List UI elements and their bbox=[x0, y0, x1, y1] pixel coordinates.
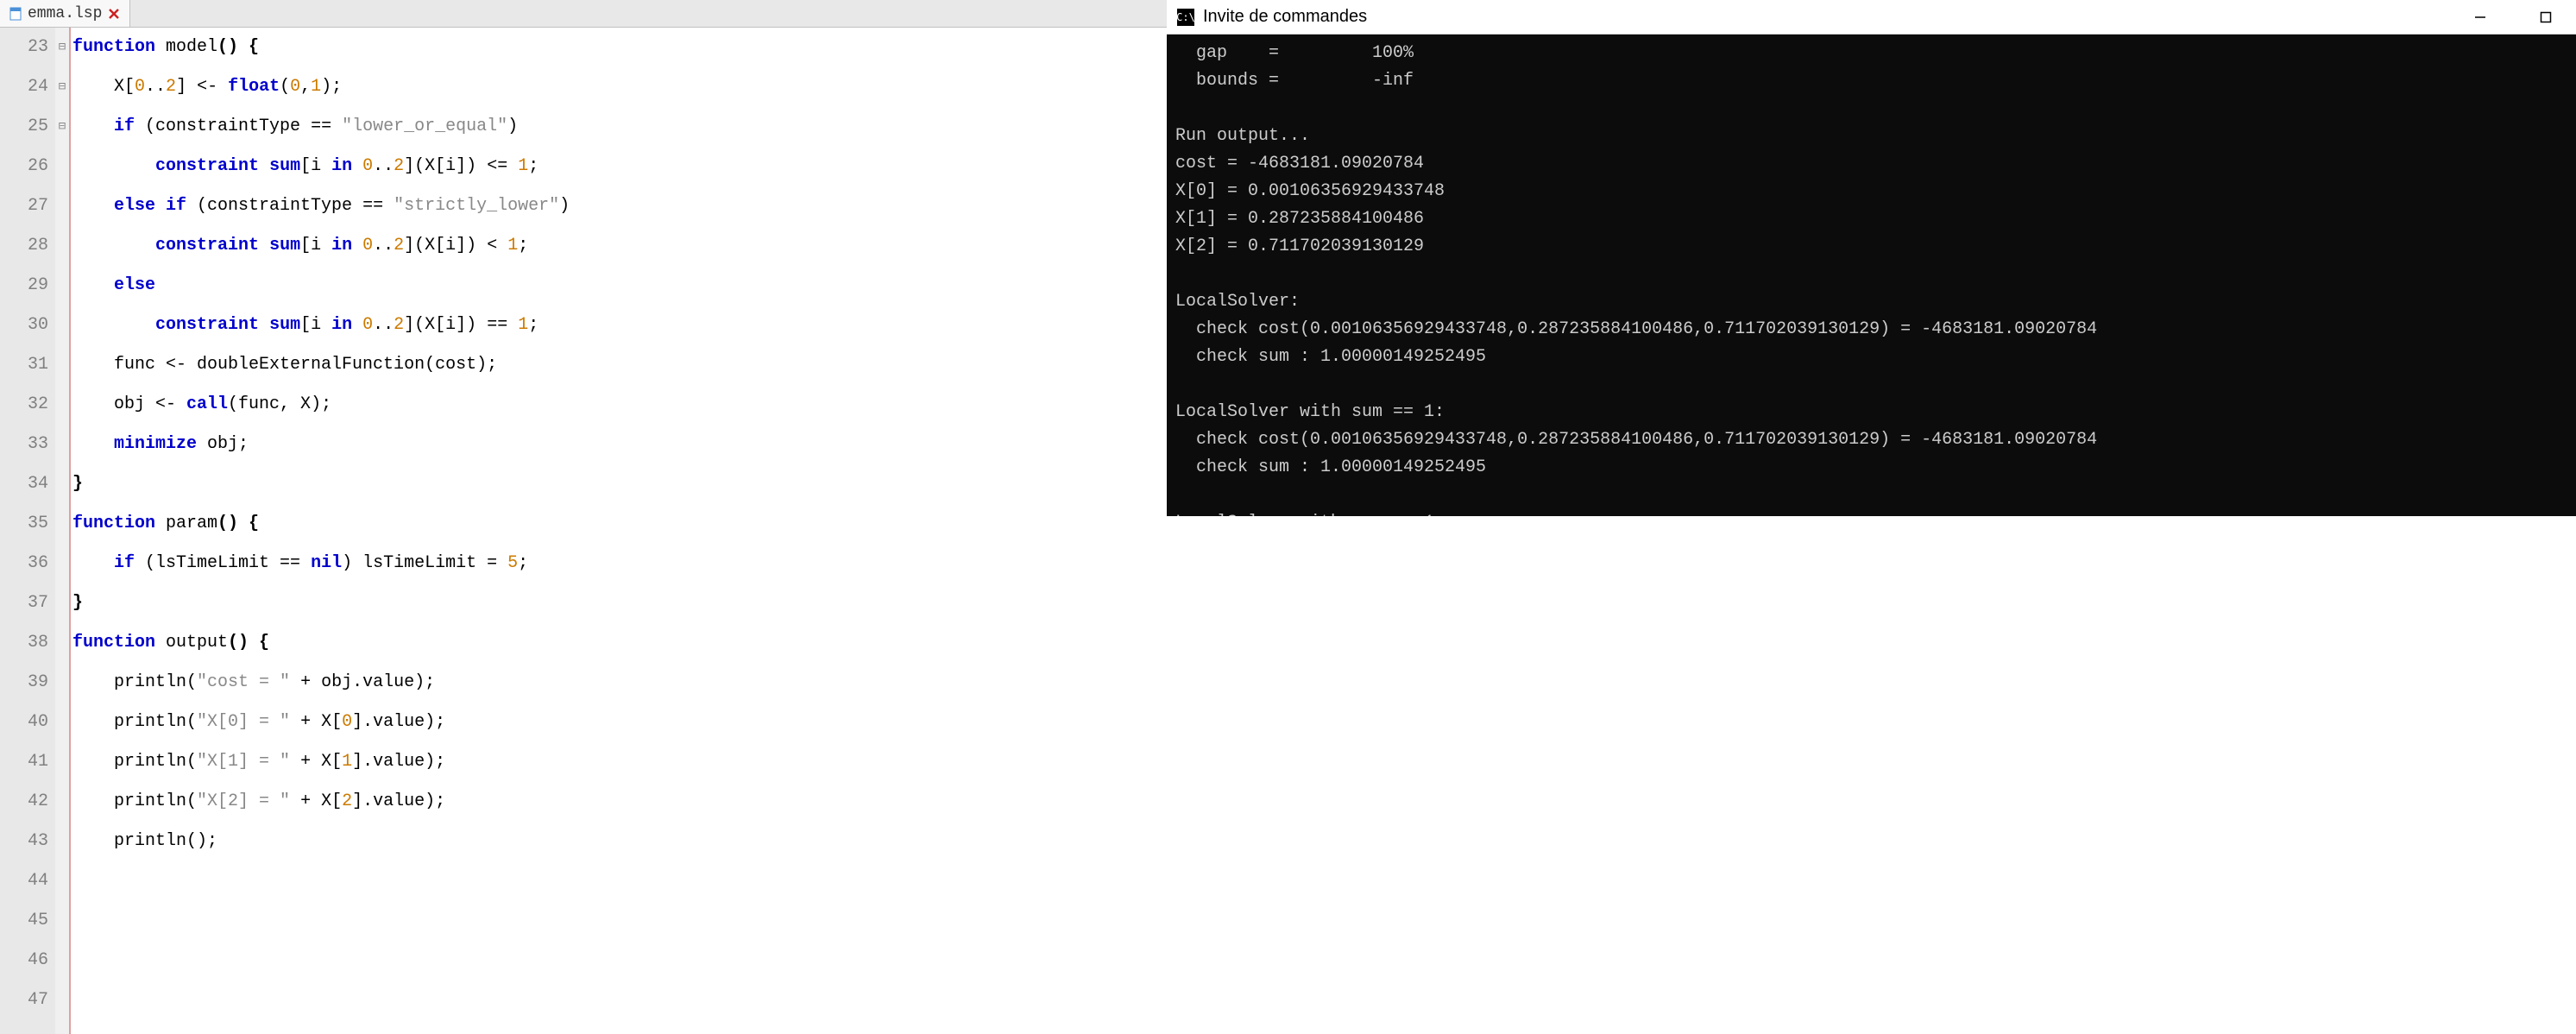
fold-marker[interactable]: ⊟ bbox=[55, 67, 69, 107]
file-tab-label: emma.lsp bbox=[28, 5, 102, 22]
line-number: 33 bbox=[0, 425, 48, 464]
line-number: 23 bbox=[0, 28, 48, 67]
blank-area bbox=[1167, 516, 2576, 1034]
line-number: 44 bbox=[0, 861, 48, 901]
code-line[interactable]: function param() { bbox=[72, 504, 1167, 544]
line-number: 35 bbox=[0, 504, 48, 544]
line-number: 43 bbox=[0, 822, 48, 861]
line-number: 28 bbox=[0, 226, 48, 266]
code-line[interactable]: println("cost = " + obj.value); bbox=[72, 663, 1167, 703]
tab-bar: emma.lsp bbox=[0, 0, 1167, 28]
line-number: 30 bbox=[0, 306, 48, 345]
maximize-button[interactable] bbox=[2526, 3, 2566, 31]
code-line[interactable]: function output() { bbox=[72, 623, 1167, 663]
line-number: 47 bbox=[0, 980, 48, 1020]
code-line[interactable]: X[0..2] <- float(0,1); bbox=[72, 67, 1167, 107]
line-number: 45 bbox=[0, 901, 48, 941]
code-line[interactable]: constraint sum[i in 0..2](X[i]) == 1; bbox=[72, 306, 1167, 345]
line-number: 25 bbox=[0, 107, 48, 147]
code-line[interactable]: func <- doubleExternalFunction(cost); bbox=[72, 345, 1167, 385]
line-number: 41 bbox=[0, 742, 48, 782]
terminal-titlebar[interactable]: C:\ Invite de commandes bbox=[1167, 0, 2576, 35]
code-line[interactable]: } bbox=[72, 464, 1167, 504]
code-line[interactable]: println("X[2] = " + X[2].value); bbox=[72, 782, 1167, 822]
code-area[interactable]: function model() { X[0..2] <- float(0,1)… bbox=[69, 28, 1167, 1034]
code-line[interactable]: minimize obj; bbox=[72, 425, 1167, 464]
code-line[interactable]: function model() { bbox=[72, 28, 1167, 67]
line-number: 24 bbox=[0, 67, 48, 107]
line-number: 38 bbox=[0, 623, 48, 663]
cmd-icon: C:\ bbox=[1177, 9, 1194, 26]
line-number: 26 bbox=[0, 147, 48, 186]
line-number: 29 bbox=[0, 266, 48, 306]
code-line[interactable]: else if (constraintType == "strictly_low… bbox=[72, 186, 1167, 226]
line-number: 46 bbox=[0, 941, 48, 980]
code-line[interactable]: println(); bbox=[72, 822, 1167, 861]
line-number: 39 bbox=[0, 663, 48, 703]
file-icon bbox=[9, 7, 22, 21]
code-line[interactable]: if (lsTimeLimit == nil) lsTimeLimit = 5; bbox=[72, 544, 1167, 583]
line-number: 32 bbox=[0, 385, 48, 425]
terminal-title: Invite de commandes bbox=[1203, 7, 1367, 27]
terminal-output[interactable]: gap = 100% bounds = -inf Run output... c… bbox=[1167, 35, 2576, 516]
minimize-button[interactable] bbox=[2460, 3, 2500, 31]
close-tab-icon[interactable] bbox=[107, 7, 121, 21]
code-line[interactable]: if (constraintType == "lower_or_equal") bbox=[72, 107, 1167, 147]
code-line[interactable]: constraint sum[i in 0..2](X[i]) <= 1; bbox=[72, 147, 1167, 186]
code-line[interactable]: println("X[0] = " + X[0].value); bbox=[72, 703, 1167, 742]
editor-body[interactable]: 2324252627282930313233343536373839404142… bbox=[0, 28, 1167, 1034]
file-tab[interactable]: emma.lsp bbox=[0, 0, 130, 27]
line-number: 34 bbox=[0, 464, 48, 504]
code-line[interactable]: else bbox=[72, 266, 1167, 306]
line-number-gutter: 2324252627282930313233343536373839404142… bbox=[0, 28, 55, 1034]
code-line[interactable]: obj <- call(func, X); bbox=[72, 385, 1167, 425]
editor-pane: emma.lsp 2324252627282930313233343536373… bbox=[0, 0, 1167, 1034]
code-line[interactable]: constraint sum[i in 0..2](X[i]) < 1; bbox=[72, 226, 1167, 266]
code-line[interactable]: } bbox=[72, 583, 1167, 623]
terminal-pane: C:\ Invite de commandes gap = 100% bound… bbox=[1167, 0, 2576, 1034]
code-line[interactable]: println("X[1] = " + X[1].value); bbox=[72, 742, 1167, 782]
line-number: 42 bbox=[0, 782, 48, 822]
line-number: 31 bbox=[0, 345, 48, 385]
fold-marker[interactable]: ⊟ bbox=[55, 107, 69, 147]
line-number: 36 bbox=[0, 544, 48, 583]
line-number: 37 bbox=[0, 583, 48, 623]
line-number: 40 bbox=[0, 703, 48, 742]
line-number: 27 bbox=[0, 186, 48, 226]
window-controls bbox=[2460, 3, 2566, 31]
fold-marker[interactable]: ⊟ bbox=[55, 28, 69, 67]
fold-column[interactable]: ⊟⊟⊟ bbox=[55, 28, 69, 1034]
